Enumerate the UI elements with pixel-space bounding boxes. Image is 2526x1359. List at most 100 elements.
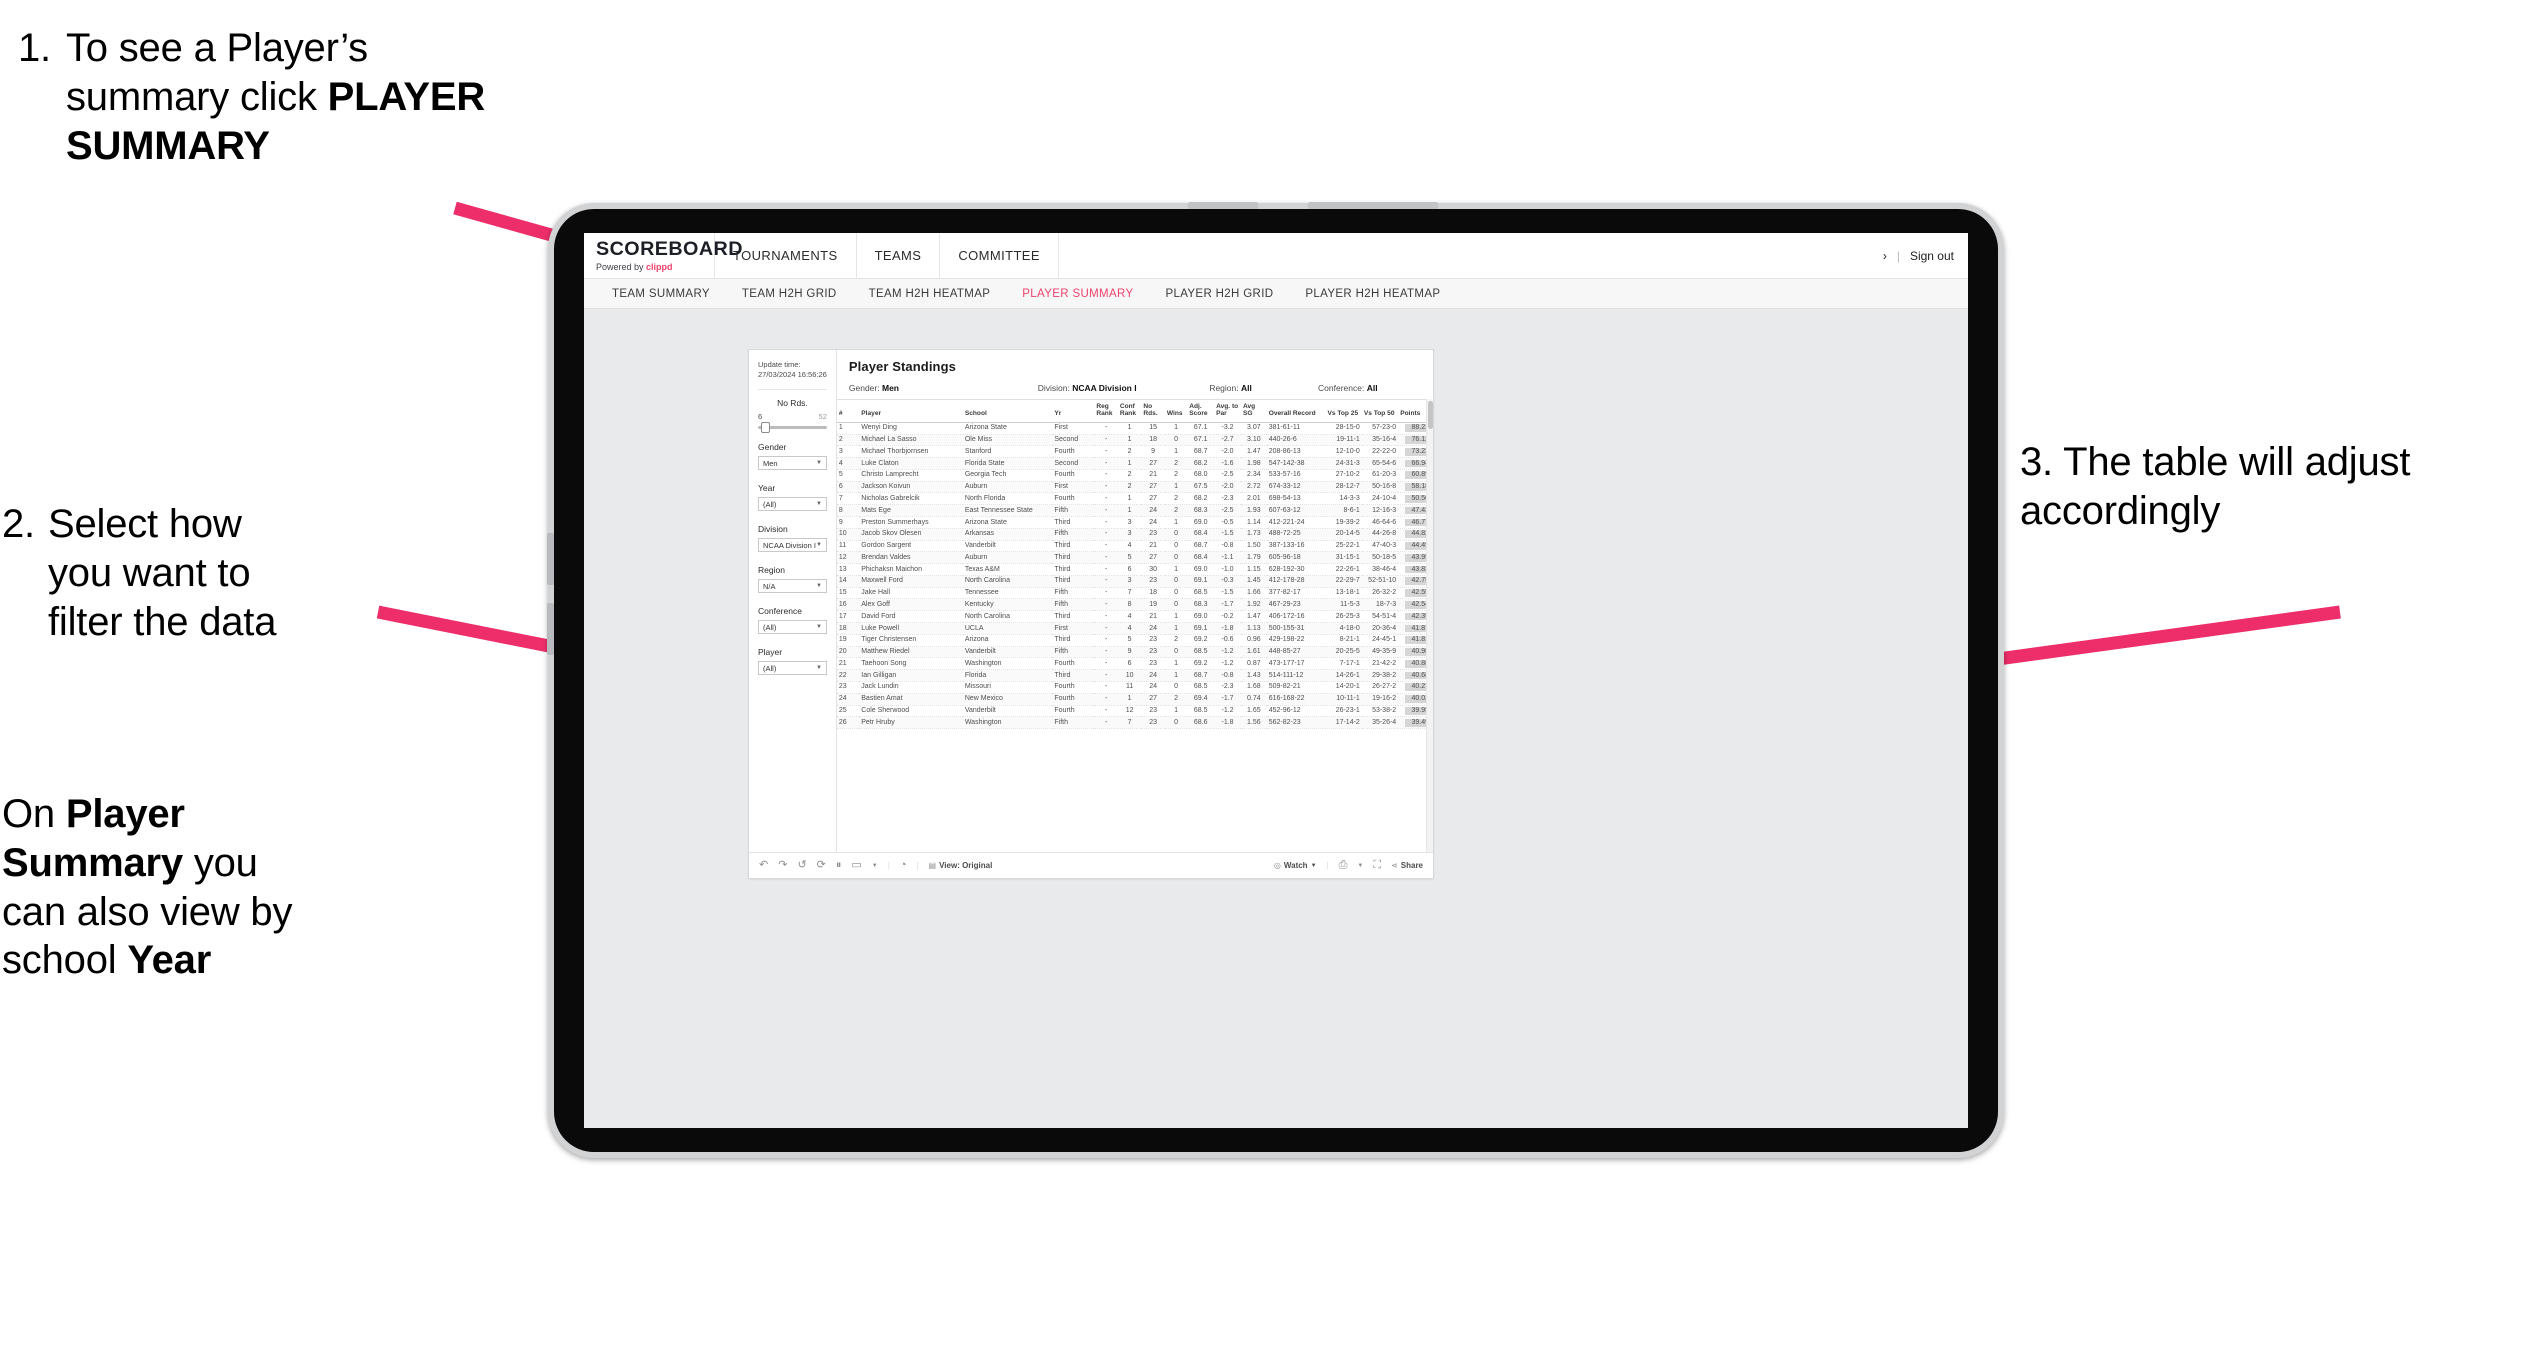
app-logo[interactable]: SCOREBOARD Powered by clippd (584, 233, 742, 278)
redo-icon[interactable]: ↷ (778, 860, 787, 871)
table-row[interactable]: 23 Jack Lundin Missouri Fourth -11 24 0 68.5 -2.… (836, 681, 1434, 694)
col-conf-rank[interactable]: Conf Rank (1117, 399, 1142, 423)
col-wins[interactable]: Wins (1164, 399, 1188, 423)
alert-icon[interactable]: ◔ (900, 860, 907, 871)
cell-yr: Fifth (1052, 587, 1095, 600)
conference-select[interactable]: (All) ▼ (758, 620, 827, 635)
table-row[interactable]: 26 Petr Hruby Washington Fifth -7 23 0 68.6 -1.8… (836, 716, 1434, 730)
cell-stat: 68.7 (1187, 669, 1215, 682)
table-row[interactable]: 3 Michael Thorbjornsen Stanford Fourth -2 9 1 6… (836, 445, 1434, 459)
cell-rank: 16 (836, 598, 860, 612)
col-avg-sg[interactable]: Avg SG (1240, 399, 1267, 423)
undo-icon[interactable]: ↶ (759, 860, 768, 871)
table-row[interactable]: 1 Wenyi Ding Arizona State First -1 15 1 67.1 -3… (836, 422, 1434, 435)
cell-player: Mats Ege (859, 504, 963, 517)
cell-stat: 69.2 (1187, 634, 1215, 647)
tab-player-h2h-heatmap[interactable]: PLAYER H2H HEATMAP (1289, 288, 1456, 300)
cell-stat: 21 (1141, 610, 1165, 624)
col-vs-top-25[interactable]: Vs Top 25 (1325, 399, 1362, 423)
tab-team-h2h-grid[interactable]: TEAM H2H GRID (726, 288, 853, 300)
fullscreen-icon[interactable]: ⛶ (1373, 860, 1381, 871)
revert-icon[interactable]: ↺ (797, 860, 806, 871)
view-label: View: Original (939, 861, 993, 870)
cell-stat: 0.74 (1240, 693, 1267, 706)
table-vertical-scrollbar[interactable] (1426, 399, 1434, 852)
sign-out-link[interactable]: Sign out (1910, 249, 1954, 263)
cell-stat: 8-21-1 (1325, 634, 1362, 647)
col-no-rds[interactable]: No Rds. (1141, 399, 1165, 423)
download-icon[interactable]: ⎙ (1339, 860, 1348, 871)
table-row[interactable]: 10 Jacob Skov Olesen Arkansas Fifth -3 23 0 68.… (836, 528, 1434, 541)
refresh-icon[interactable]: ⟳ (817, 860, 826, 871)
col-player[interactable]: Player (859, 399, 963, 423)
table-row[interactable]: 8 Mats Ege East Tennessee State Fifth -1 24 2 6… (836, 504, 1434, 517)
table-row[interactable]: 19 Tiger Christensen Arizona Third -5 23 2 69.2… (836, 634, 1434, 647)
download-caret-icon[interactable]: ▼ (1357, 863, 1363, 869)
year-select[interactable]: (All) ▼ (758, 497, 827, 512)
tab-team-summary[interactable]: TEAM SUMMARY (596, 288, 726, 300)
col-adj-score[interactable]: Adj. Score (1187, 399, 1215, 423)
table-row[interactable]: 6 Jackson Koivun Auburn First -2 27 1 67.5 -2.0 2… (836, 481, 1434, 494)
region-select[interactable]: N/A ▼ (758, 579, 827, 594)
cell-stat: - (1094, 657, 1118, 671)
cell-yr: Second (1052, 434, 1095, 447)
table-row[interactable]: 25 Cole Sherwood Vanderbilt Fourth -12 23 1 68.… (836, 705, 1434, 718)
table-row[interactable]: 24 Bastien Amat New Mexico Fourth -1 27 2 69.4-… (836, 693, 1434, 706)
nav-item-committee[interactable]: COMMITTEE (939, 233, 1059, 278)
tab-player-h2h-grid[interactable]: PLAYER H2H GRID (1149, 288, 1289, 300)
cell-player: David Ford (859, 610, 963, 624)
table-row[interactable]: 16 Alex Goff Kentucky Fifth -8 19 0 68.3 -1.7 1.9… (836, 598, 1434, 612)
watch-button[interactable]: ◎ Watch ▼ (1274, 861, 1317, 870)
dropdown-caret-icon[interactable]: ▼ (872, 863, 878, 869)
cell-rank: 15 (836, 587, 860, 600)
nav-item-teams[interactable]: TEAMS (855, 233, 940, 278)
view-original-button[interactable]: ▤ View: Original (929, 861, 993, 870)
col-avg-to-par[interactable]: Avg. to Par (1214, 399, 1241, 423)
col-reg-rank[interactable]: Reg Rank (1094, 399, 1118, 423)
tab-player-summary[interactable]: PLAYER SUMMARY (1006, 288, 1149, 300)
col-yr[interactable]: Yr (1052, 399, 1095, 423)
cell-stat: 448-85-27 (1266, 646, 1326, 659)
cell-school: Stanford (962, 445, 1053, 459)
no-rounds-slider-handle[interactable] (761, 422, 770, 434)
table-row[interactable]: 14 Maxwell Ford North Carolina Third -3 23 0 69… (836, 575, 1434, 588)
table-row[interactable]: 5 Christo Lamprecht Georgia Tech Fourth -2 21… (836, 469, 1434, 482)
table-row[interactable]: 22 Ian Gilligan Florida Third -10 24 1 68.7 -0.8… (836, 669, 1434, 682)
table-row[interactable]: 15 Jake Hall Tennessee Fifth -7 18 0 68.5 -1.5 1.… (836, 587, 1434, 600)
col-school[interactable]: School (962, 399, 1053, 423)
table-row[interactable]: 13 Phichaksn Maichon Texas A&M Third -6 30 1 69… (836, 563, 1434, 576)
cell-stat: 4 (1117, 540, 1142, 553)
table-row[interactable]: 17 David Ford North Carolina Third -4 21 1 69.0… (836, 610, 1434, 624)
table-row[interactable]: 11 Gordon Sargent Vanderbilt Third -4 21 0 68.7… (836, 540, 1434, 553)
cell-stat: 69.0 (1187, 563, 1215, 576)
table-row[interactable]: 7 Nicholas Gabrelcik North Florida Fourth -1… (836, 492, 1434, 506)
player-select[interactable]: (All) ▼ (758, 661, 827, 676)
cell-player: Phichaksn Maichon (859, 563, 963, 576)
table-row[interactable]: 4 Luke Claton Florida State Second -1 27 2 68.2… (836, 457, 1434, 470)
scrollbar-thumb[interactable] (1428, 401, 1434, 429)
pause-icon[interactable]: ⏸ (836, 860, 842, 871)
table-row[interactable]: 12 Brendan Valdes Auburn Third -5 27 0 68.4 -1.1… (836, 551, 1434, 565)
tab-team-h2h-heatmap[interactable]: TEAM H2H HEATMAP (853, 288, 1007, 300)
cell-school: Arizona State (962, 422, 1053, 435)
table-row[interactable]: 21 Taehoon Song Washington Fourth -6 23 1 69.2-… (836, 657, 1434, 671)
cell-stat: 24 (1141, 504, 1165, 517)
col-rank[interactable]: # (836, 399, 860, 423)
no-rounds-slider[interactable] (758, 422, 827, 434)
table-row[interactable]: 18 Luke Powell UCLA First -4 24 1 69.1 -1.8 1.13 5… (836, 622, 1434, 635)
chevron-right-icon[interactable]: › (1883, 249, 1887, 263)
table-row[interactable]: 2 Michael La Sasso Ole Miss Second -1 18 0 67.1… (836, 434, 1434, 447)
filter-year: Year (All) ▼ (758, 483, 827, 512)
table-row[interactable]: 20 Matthew Riedel Vanderbilt Fifth -9 23 0 68.5… (836, 646, 1434, 659)
share-button[interactable]: ⋖ Share (1391, 861, 1423, 870)
division-select[interactable]: NCAA Division I ▼ (758, 538, 827, 553)
gender-select[interactable]: Men ▼ (758, 456, 827, 471)
cell-stat: - (1094, 598, 1118, 612)
table-row[interactable]: 9 Preston Summerhays Arizona State Third -3 2… (836, 516, 1434, 529)
col-overall-record[interactable]: Overall Record (1266, 399, 1326, 423)
cell-stat: 27 (1141, 693, 1165, 706)
cell-yr: Fifth (1052, 598, 1095, 612)
step-2b-p1: On (2, 792, 66, 836)
device-layout-icon[interactable]: ▭ (851, 860, 861, 871)
col-vs-top-50[interactable]: Vs Top 50 (1361, 399, 1399, 423)
